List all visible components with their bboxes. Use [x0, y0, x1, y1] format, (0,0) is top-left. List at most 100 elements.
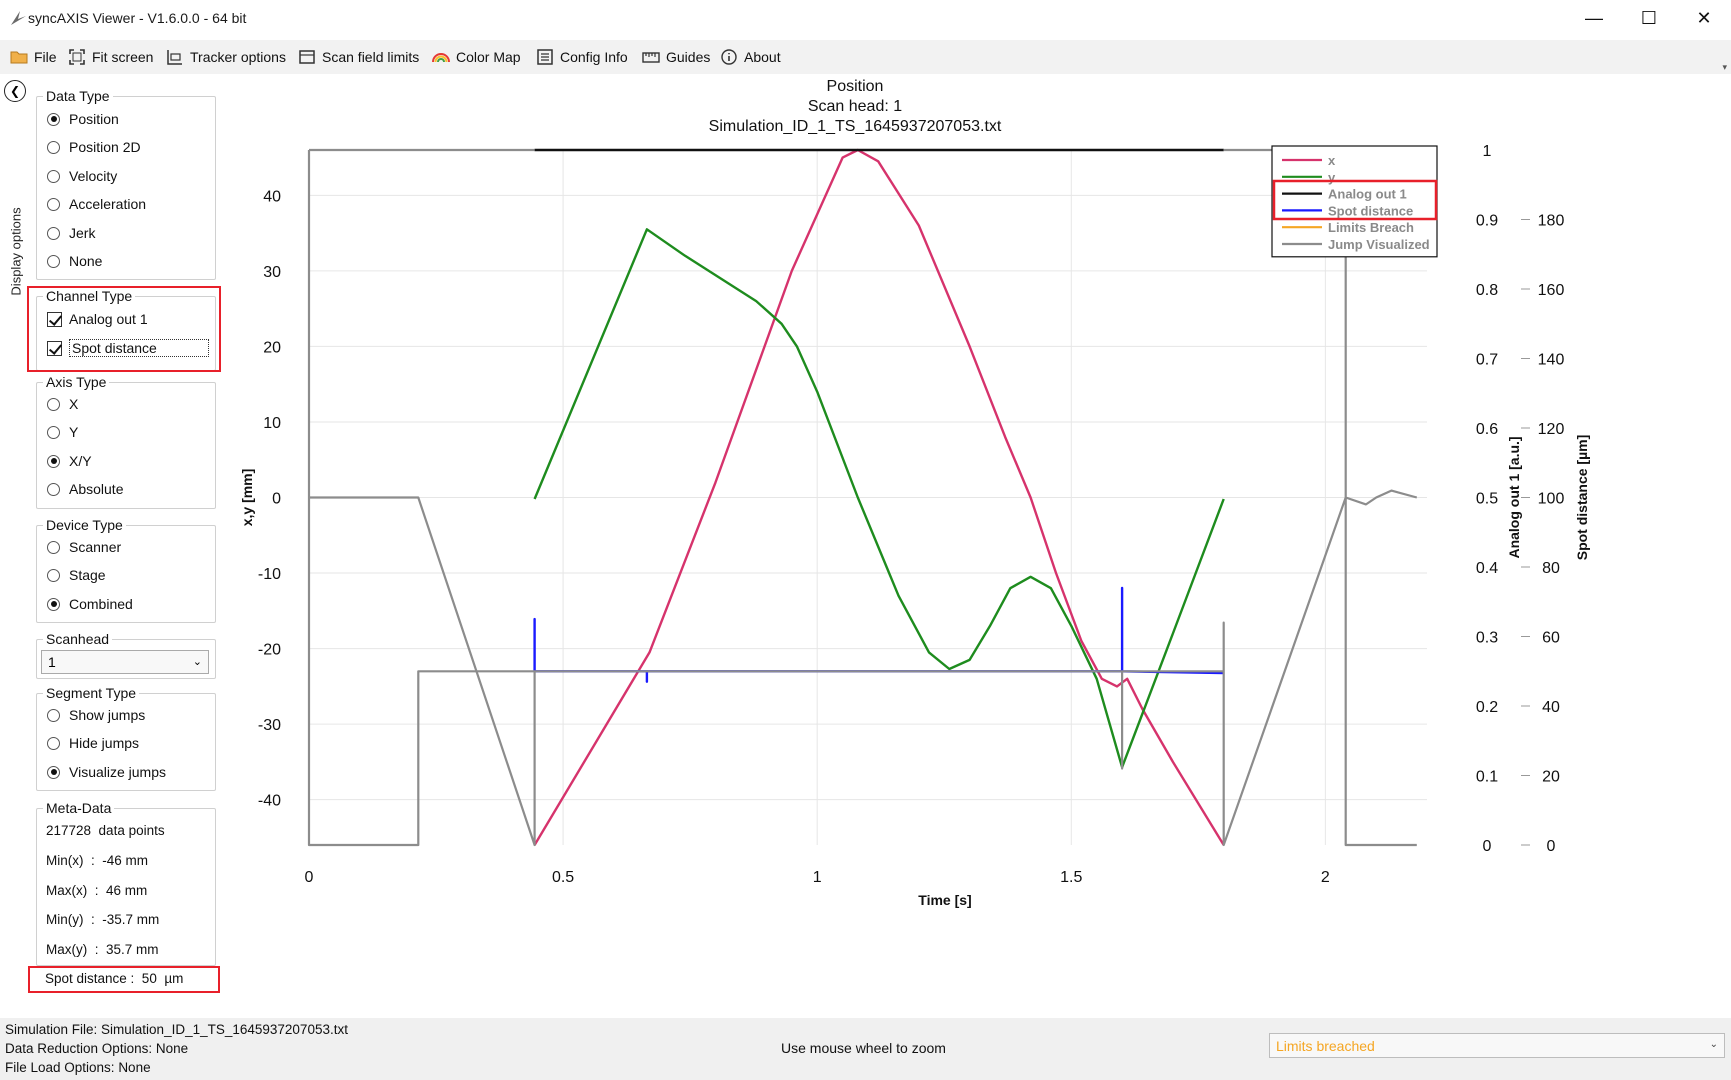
- title-bar: syncAXIS Viewer - V1.6.0.0 - 64 bit — ☐ …: [0, 0, 1731, 37]
- radio-icon: [47, 540, 60, 554]
- color-map-button[interactable]: Color Map: [432, 40, 521, 74]
- scan-field-limits-button[interactable]: Scan field limits: [298, 40, 419, 74]
- radio-position[interactable]: Position: [47, 108, 119, 130]
- option-label: None: [69, 253, 103, 269]
- radio-combined[interactable]: Combined: [47, 593, 133, 615]
- radio-icon: [47, 140, 60, 154]
- min-x-value: Min(x) : -46 mm: [46, 853, 149, 868]
- radio-icon: [47, 454, 60, 468]
- close-button[interactable]: ✕: [1677, 0, 1731, 37]
- radio-show-jumps[interactable]: Show jumps: [47, 704, 145, 726]
- app-window: syncAXIS Viewer - V1.6.0.0 - 64 bit — ☐ …: [0, 0, 1731, 1080]
- maximize-button[interactable]: ☐: [1622, 0, 1676, 37]
- spot-distance-highlight: Spot distance : 50 µm: [28, 966, 220, 993]
- tracker-options-button[interactable]: Tracker options: [166, 40, 286, 74]
- legend-label: Spot distance: [1328, 203, 1413, 218]
- x-tick-label: 0: [305, 869, 314, 886]
- axis-type-group: Axis Type X Y X/Y Absolute: [36, 374, 216, 509]
- about-button[interactable]: About: [720, 40, 781, 74]
- spot-distance-value: Spot distance : 50 µm: [45, 971, 184, 986]
- radio-acceleration[interactable]: Acceleration: [47, 193, 146, 215]
- info-icon: [721, 49, 737, 65]
- option-label: X/Y: [69, 453, 92, 469]
- chart-area[interactable]: Position Scan head: 1 Simulation_ID_1_TS_1…: [230, 76, 1731, 1016]
- y-left-axis-label: x,y [mm]: [239, 469, 255, 527]
- folder-icon: [10, 51, 28, 64]
- fit-screen-button[interactable]: Fit screen: [68, 40, 153, 74]
- legend-label: x: [1328, 153, 1336, 168]
- radio-hide-jumps[interactable]: Hide jumps: [47, 732, 139, 754]
- minimize-button[interactable]: —: [1567, 0, 1621, 37]
- y-right2-tick-label: 160: [1538, 282, 1565, 299]
- series-line-spot-distance: [533, 586, 1224, 683]
- x-tick-label: 1.5: [1060, 869, 1082, 886]
- y-right1-tick-label: 0: [1483, 838, 1492, 855]
- radio-visualize-jumps[interactable]: Visualize jumps: [47, 761, 166, 783]
- radio-icon: [47, 765, 60, 779]
- legend-label: Jump Visualized: [1328, 237, 1430, 252]
- radio-stage[interactable]: Stage: [47, 564, 106, 586]
- scanhead-select[interactable]: 1 ⌄: [41, 650, 209, 674]
- option-label: Y: [69, 424, 79, 440]
- radio-axis-y[interactable]: Y: [47, 421, 78, 443]
- display-options-tab[interactable]: Display options: [5, 200, 27, 310]
- x-tick-label: 2: [1321, 869, 1330, 886]
- guides-button[interactable]: Guides: [642, 40, 710, 74]
- y-right2-tick-label: 120: [1538, 421, 1565, 438]
- x-tick-label: 0.5: [552, 869, 574, 886]
- radio-jerk[interactable]: Jerk: [47, 222, 95, 244]
- radio-velocity[interactable]: Velocity: [47, 165, 117, 187]
- radio-icon: [47, 169, 60, 183]
- x-tick-label: 1: [813, 869, 822, 886]
- y-right2-tick-label: 0: [1547, 838, 1556, 855]
- radio-axis-xy[interactable]: X/Y: [47, 450, 92, 472]
- segment-type-title: Segment Type: [43, 685, 140, 701]
- y-right1-tick-label: 0.8: [1476, 282, 1498, 299]
- minimize-icon: —: [1585, 8, 1603, 28]
- radio-axis-absolute[interactable]: Absolute: [47, 478, 123, 500]
- data-points-count: 217728 data points: [46, 823, 165, 838]
- scanhead-title: Scanhead: [43, 631, 113, 647]
- y-right2-tick-label: 100: [1538, 491, 1565, 508]
- chevron-left-icon: ❮: [9, 84, 21, 98]
- radio-none[interactable]: None: [47, 250, 102, 272]
- config-icon: [537, 49, 553, 65]
- y-right1-tick-label: 0.5: [1476, 491, 1498, 508]
- legend-label: Analog out 1: [1328, 187, 1407, 202]
- chevron-down-icon: ⌄: [1709, 1039, 1718, 1050]
- fit-screen-icon: [69, 49, 85, 65]
- y-right2-tick-label: 80: [1542, 560, 1560, 577]
- radio-icon: [47, 226, 60, 240]
- toolbar-overflow-icon[interactable]: ▾: [1722, 62, 1727, 73]
- radio-icon: [47, 112, 60, 126]
- radio-scanner[interactable]: Scanner: [47, 536, 121, 558]
- y-right2-tick-label: 60: [1542, 630, 1560, 647]
- file-menu-button[interactable]: File: [10, 40, 57, 74]
- y-left-tick-label: -30: [258, 717, 281, 734]
- position-chart[interactable]: Position Scan head: 1 Simulation_ID_1_TS_1…: [230, 76, 1731, 1016]
- y-right1-axis-label: Analog out 1 [a.u.]: [1506, 436, 1522, 558]
- min-y-value: Min(y) : -35.7 mm: [46, 912, 160, 927]
- tracker-icon: [167, 50, 182, 65]
- config-info-button[interactable]: Config Info: [536, 40, 628, 74]
- chart-file-title: Simulation_ID_1_TS_1645937207053.txt: [709, 118, 1002, 135]
- legend-label: y: [1328, 170, 1336, 185]
- display-options-label: Display options: [8, 207, 24, 296]
- radio-axis-x[interactable]: X: [47, 393, 78, 415]
- window-title: syncAXIS Viewer - V1.6.0.0 - 64 bit: [28, 10, 247, 26]
- collapse-panel-button[interactable]: ❮: [4, 80, 26, 102]
- option-label: X: [69, 396, 79, 412]
- y-left-tick-label: -40: [258, 793, 281, 810]
- fit-screen-label: Fit screen: [92, 49, 154, 65]
- y-right1-tick-label: 0.9: [1476, 213, 1498, 230]
- option-label: Jerk: [69, 225, 96, 241]
- chart-title: Position: [827, 78, 884, 95]
- radio-position-2d[interactable]: Position 2D: [47, 136, 141, 158]
- limits-status-dropdown[interactable]: Limits breached ⌄: [1269, 1033, 1725, 1058]
- scanhead-group: Scanhead 1 ⌄: [36, 631, 216, 679]
- option-label: Hide jumps: [69, 735, 140, 751]
- y-left-tick-label: 40: [263, 188, 281, 205]
- option-label: Absolute: [69, 481, 124, 497]
- guides-icon: [642, 52, 660, 63]
- limits-status-value: Limits breached: [1276, 1037, 1375, 1054]
